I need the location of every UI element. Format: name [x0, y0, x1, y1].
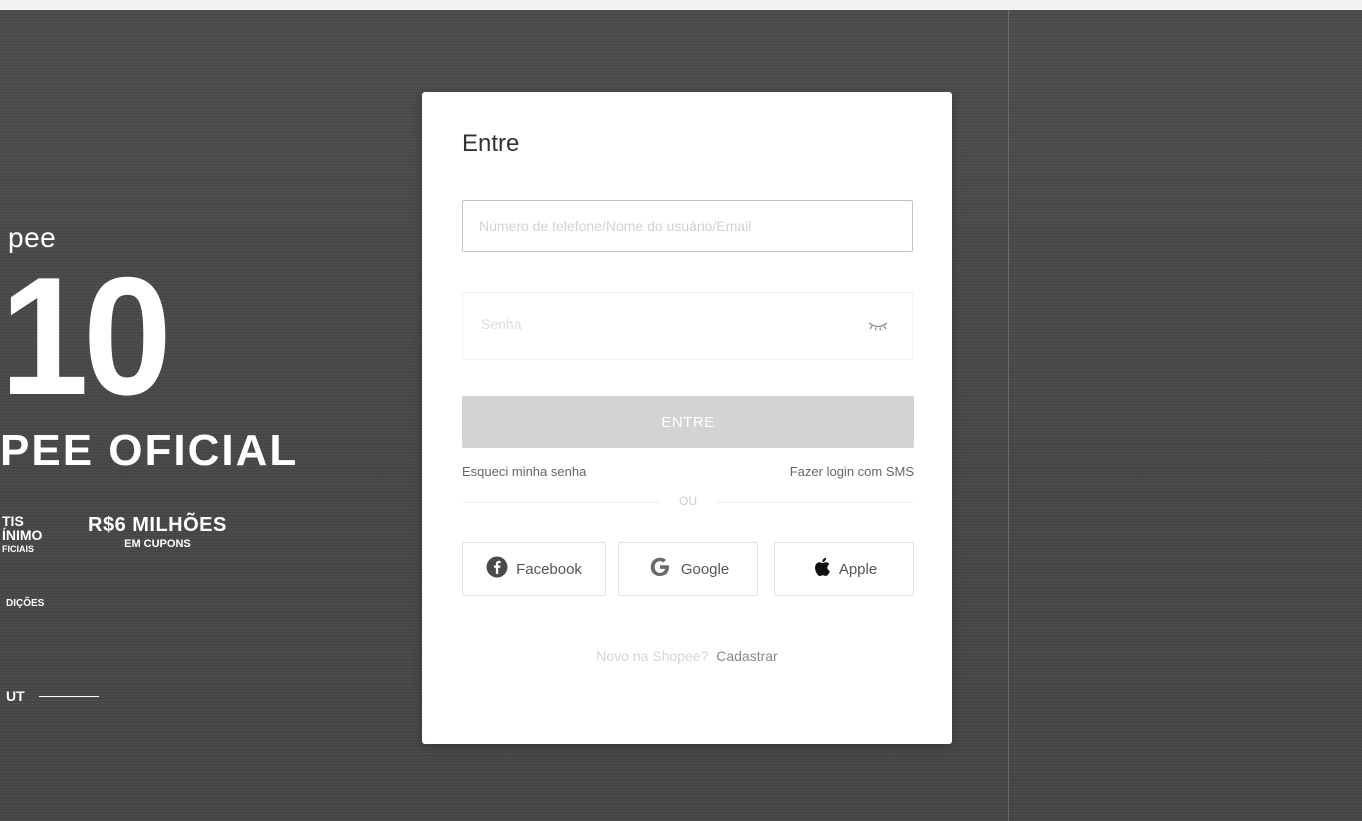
promo-cta[interactable]: UT: [6, 688, 99, 704]
signup-question: Novo na Shopee?: [596, 648, 709, 664]
apple-icon: [811, 556, 831, 582]
eye-closed-icon[interactable]: [866, 317, 890, 333]
username-input[interactable]: [462, 200, 913, 252]
facebook-icon: [486, 556, 508, 582]
divider-line-right: [716, 502, 914, 503]
promo-cta-label: UT: [6, 688, 25, 704]
google-login-button[interactable]: Google: [618, 542, 758, 596]
login-button[interactable]: ENTRE: [462, 396, 914, 448]
apple-login-button[interactable]: Apple: [774, 542, 914, 596]
sms-login-link[interactable]: Fazer login com SMS: [790, 464, 914, 479]
facebook-label: Facebook: [516, 560, 582, 578]
promo-left-line1: TIS: [2, 513, 24, 529]
top-edge: [0, 0, 1362, 10]
or-label: OU: [679, 494, 697, 508]
login-modal: Entre ENTRE Esqueci minha senha Fazer lo…: [422, 92, 952, 744]
arrow-icon: [38, 695, 99, 697]
background-divider: [1008, 10, 1009, 821]
forgot-password-link[interactable]: Esqueci minha senha: [462, 464, 586, 479]
promo-title: PEE OFICIAL: [0, 426, 299, 475]
google-icon: [647, 554, 673, 584]
signup-row: Novo na Shopee? Cadastrar: [422, 648, 952, 664]
facebook-login-button[interactable]: Facebook: [462, 542, 606, 596]
promo-left-column: TIS ÍNIMO FICIAIS: [2, 514, 42, 556]
or-divider: OU: [462, 494, 914, 510]
password-input[interactable]: [479, 309, 843, 339]
promo-amount-sub: EM CUPONS: [124, 538, 191, 550]
apple-label: Apple: [838, 560, 878, 578]
promo-left-line3: FICIAIS: [2, 544, 35, 554]
signup-link[interactable]: Cadastrar: [716, 648, 777, 664]
promo-amount-block: R$6 MILHÕES EM CUPONS: [88, 514, 227, 550]
password-field: [462, 292, 913, 360]
promo-big-number: 10: [0, 242, 172, 430]
promo-left-line2: ÍNIMO: [2, 527, 43, 543]
promo-amount: R$6 MILHÕES: [88, 514, 227, 536]
login-title: Entre: [462, 130, 520, 157]
google-label: Google: [680, 560, 730, 578]
promo-conditions: DIÇÕES: [6, 598, 45, 609]
